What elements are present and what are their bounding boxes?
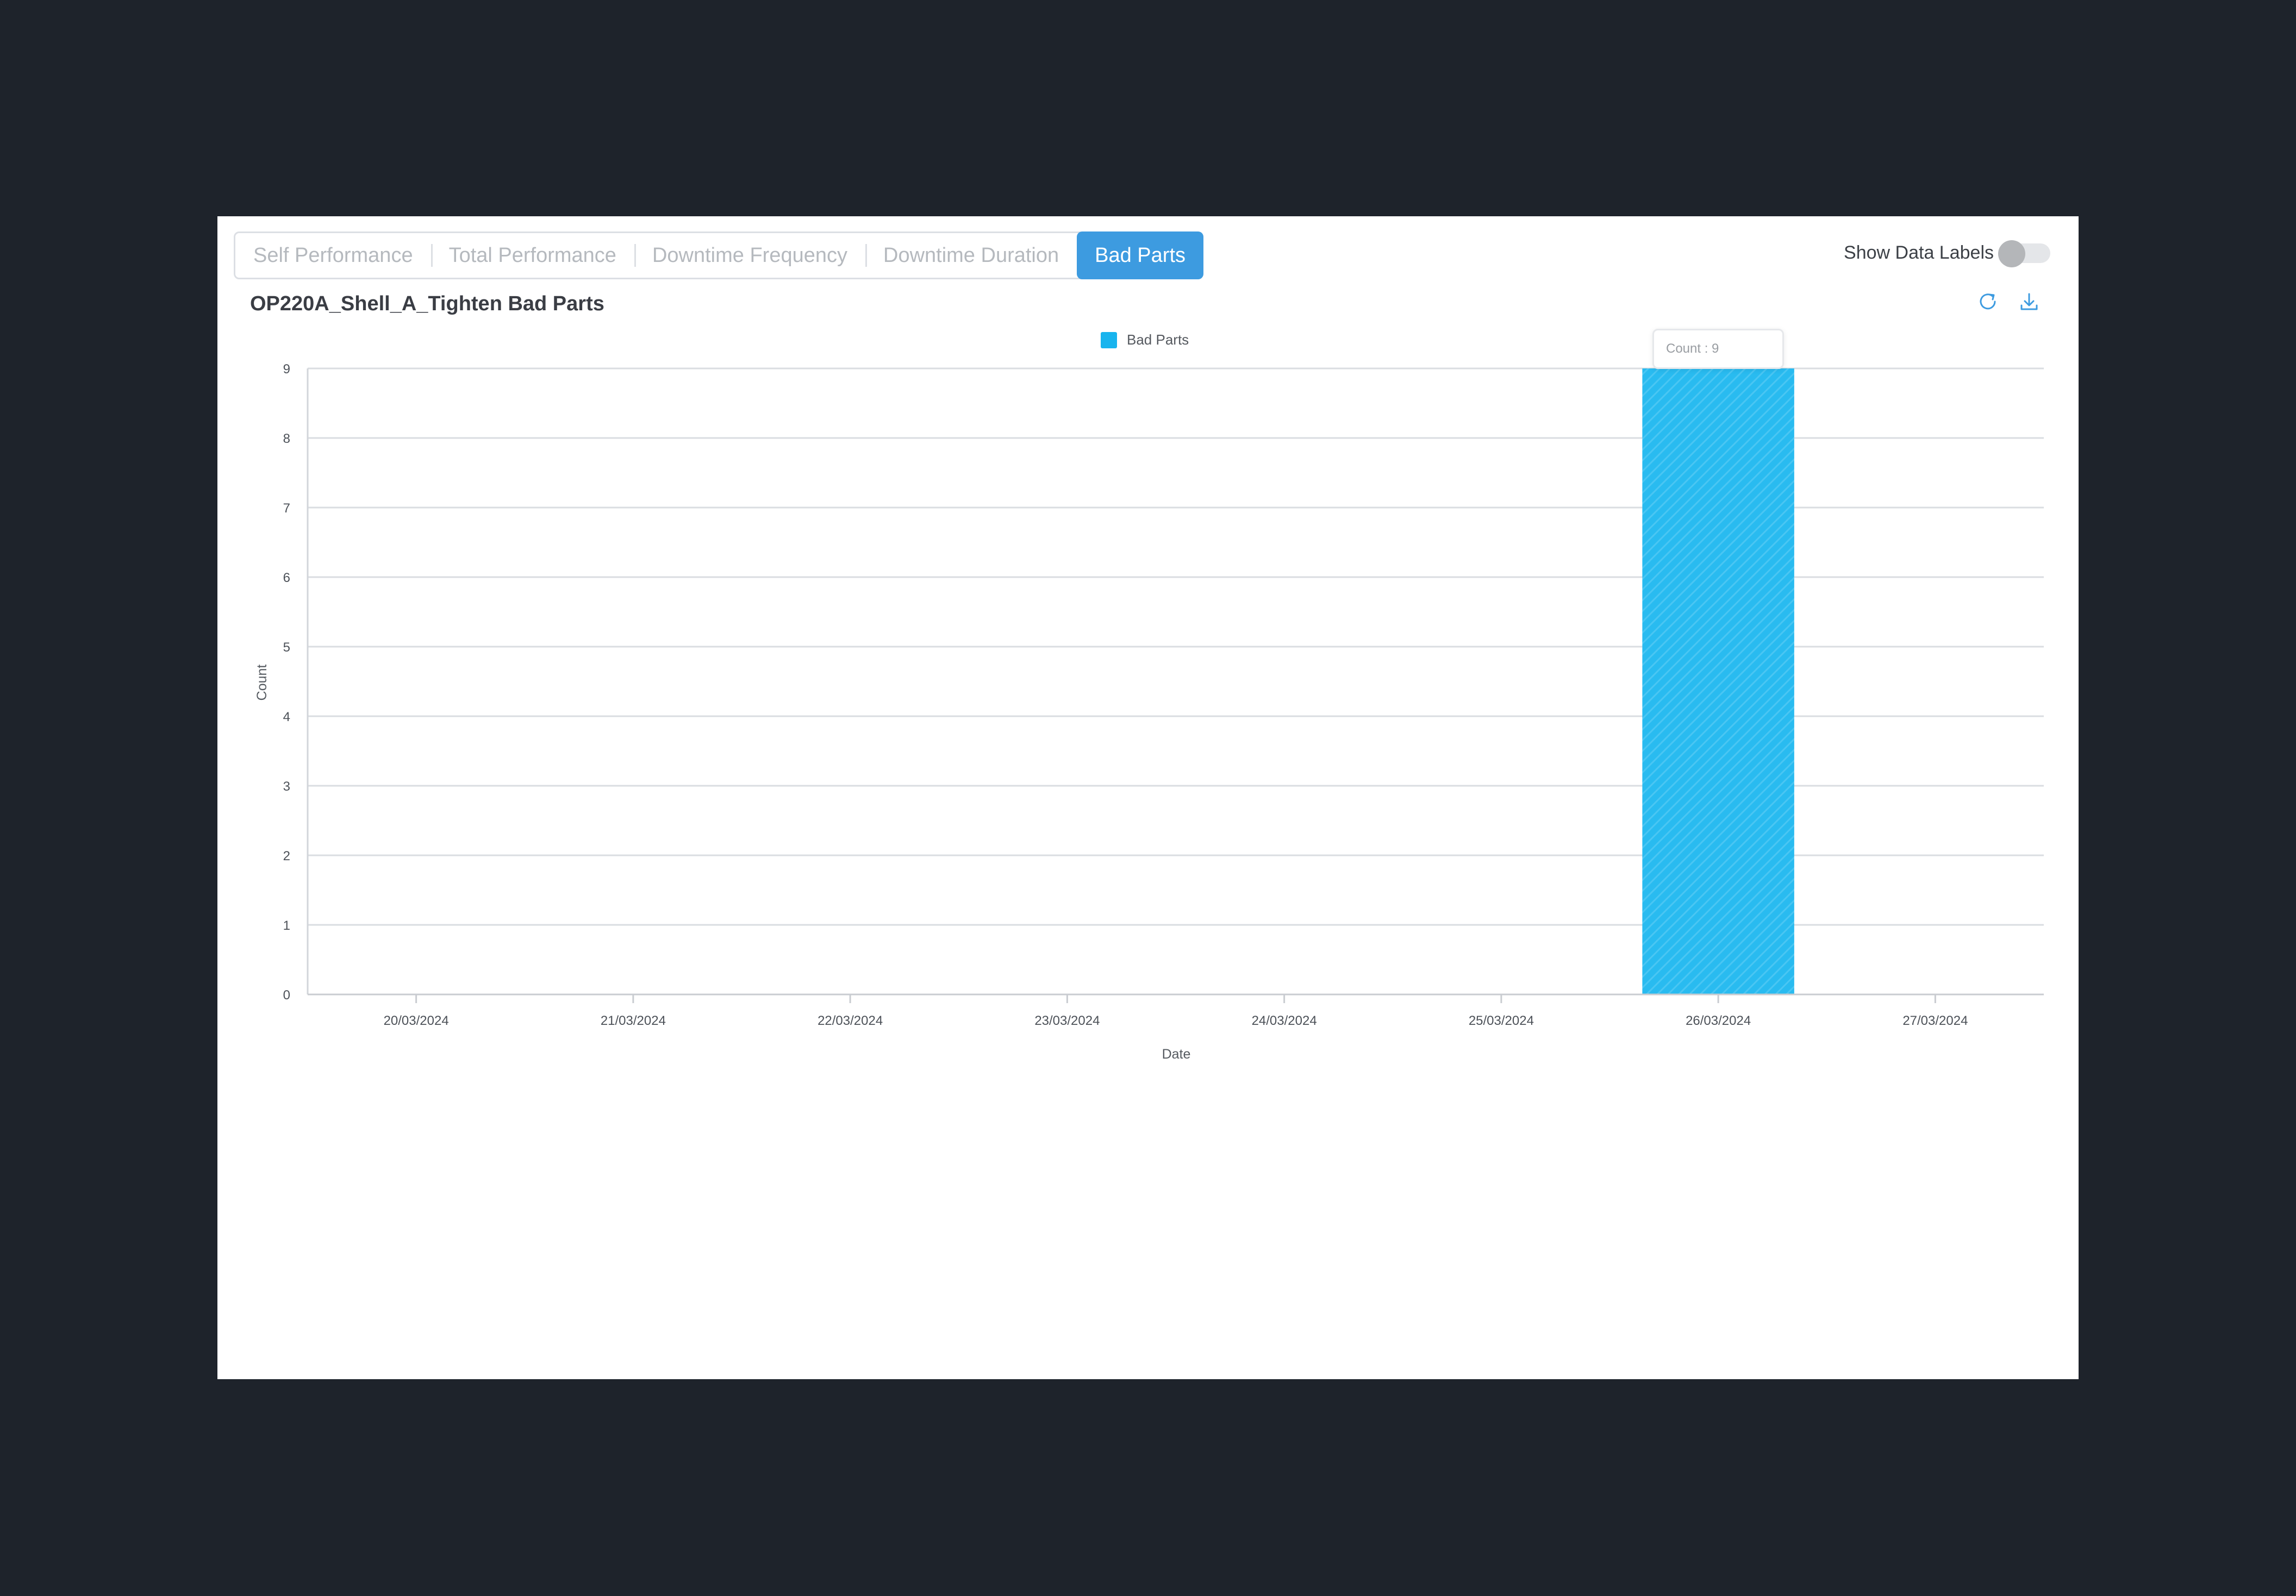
- x-tick-label: 21/03/2024: [601, 1013, 666, 1028]
- y-tick-label: 9: [283, 362, 290, 377]
- y-axis-title: Count: [254, 665, 270, 701]
- x-tick-label: 23/03/2024: [1034, 1013, 1100, 1028]
- x-tick-label: 25/03/2024: [1469, 1013, 1534, 1028]
- y-tick-label: 5: [283, 640, 290, 655]
- y-tick-label: 1: [283, 918, 290, 933]
- x-tick-label: 24/03/2024: [1252, 1013, 1317, 1028]
- y-tick-label: 7: [283, 501, 290, 516]
- y-tick-label: 4: [283, 710, 290, 724]
- y-tick-label: 2: [283, 849, 290, 863]
- x-tick-label: 20/03/2024: [384, 1013, 449, 1028]
- y-tick-label: 3: [283, 779, 290, 794]
- x-axis-title: Date: [1162, 1047, 1191, 1062]
- bar-chart: 0 1 2 3 4 5 6 7 8 9 20/03/2024 21/03/2024 22/03/2024…: [254, 362, 2044, 1062]
- x-tick-label: 27/03/2024: [1902, 1013, 1968, 1028]
- y-tick-label: 8: [283, 431, 290, 446]
- y-tick-label: 6: [283, 571, 290, 585]
- y-tick-label: 0: [283, 988, 290, 1003]
- x-tick-label: 26/03/2024: [1686, 1013, 1751, 1028]
- bar-tooltip: Count : 9: [1652, 329, 1784, 369]
- chart-panel: Self Performance Total Performance Downt…: [217, 216, 2079, 1379]
- x-tick-label: 22/03/2024: [818, 1013, 883, 1028]
- bar-bad-parts[interactable]: [1642, 368, 1794, 994]
